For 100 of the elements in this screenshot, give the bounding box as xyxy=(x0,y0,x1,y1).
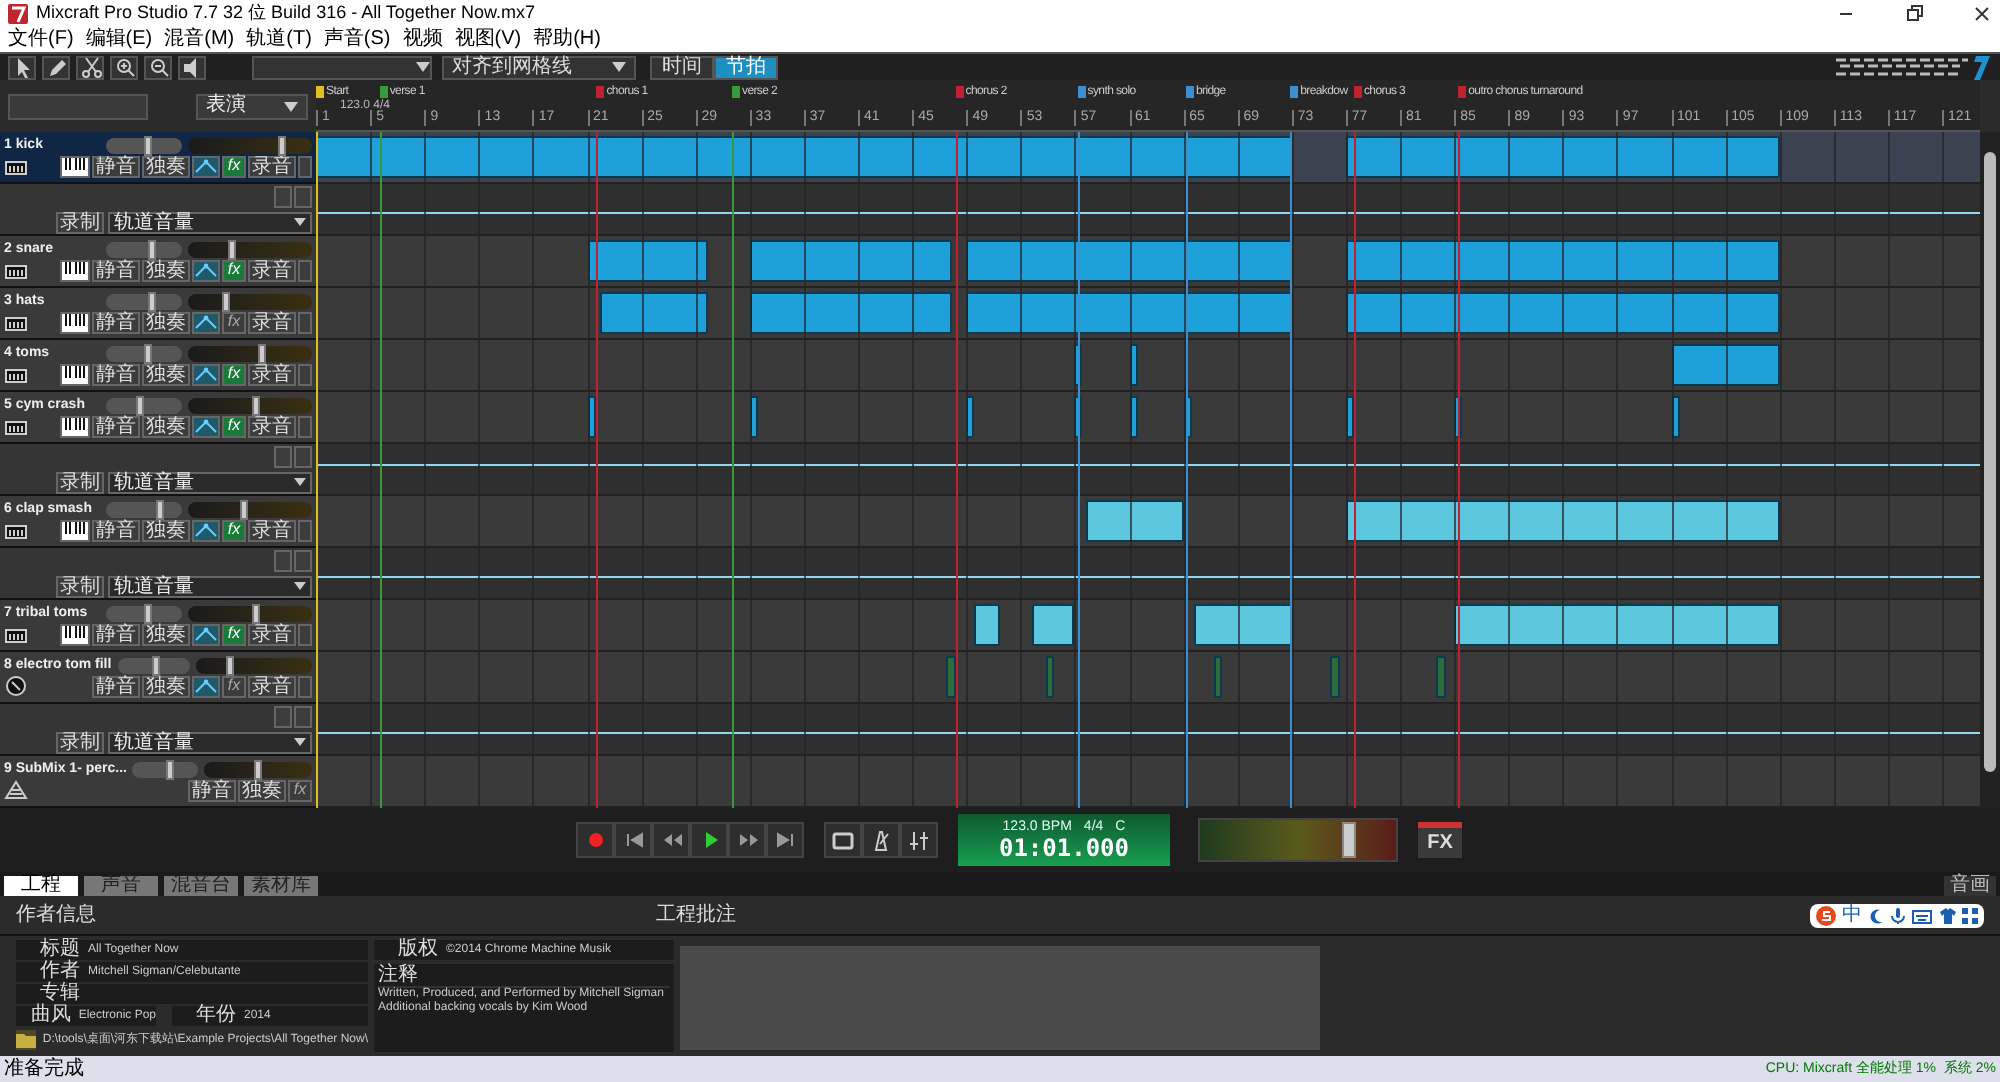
record-arm-button[interactable]: 录音 xyxy=(248,155,296,177)
record-automation-button[interactable]: 录制 xyxy=(56,731,104,753)
menu-item[interactable]: 视频 xyxy=(402,28,443,52)
tool-button[interactable] xyxy=(110,55,138,79)
transport-button[interactable] xyxy=(652,822,690,858)
tool-button[interactable] xyxy=(42,55,70,79)
automation-button[interactable] xyxy=(192,519,220,541)
pan-slider[interactable] xyxy=(195,657,312,673)
pan-slider[interactable] xyxy=(188,293,312,309)
marker-flag[interactable] xyxy=(732,86,740,98)
transport-button[interactable] xyxy=(824,822,862,858)
volume-slider[interactable] xyxy=(106,137,182,153)
marker-flag[interactable] xyxy=(1185,86,1194,98)
clip[interactable] xyxy=(749,240,953,282)
clip[interactable] xyxy=(749,292,953,334)
clip[interactable] xyxy=(1085,500,1184,542)
volume-slider[interactable] xyxy=(106,293,182,309)
pan-slider[interactable] xyxy=(188,605,312,621)
panel-tab[interactable]: 混音台 xyxy=(164,876,238,896)
mute-button[interactable]: 静音 xyxy=(92,519,140,541)
slider-thumb[interactable] xyxy=(258,343,267,363)
notes-field[interactable] xyxy=(680,946,1320,1050)
pan-slider[interactable] xyxy=(188,241,312,257)
volume-slider[interactable] xyxy=(106,605,182,621)
slider-thumb[interactable] xyxy=(143,603,152,623)
track-menu-button[interactable] xyxy=(298,311,312,333)
clip[interactable] xyxy=(1436,656,1447,698)
menu-item[interactable]: 视图(V) xyxy=(454,28,522,52)
keyboard-button[interactable] xyxy=(60,363,90,385)
slider-thumb[interactable] xyxy=(252,603,261,623)
solo-button[interactable]: 独奏 xyxy=(142,155,190,177)
slider-thumb[interactable] xyxy=(155,499,164,519)
keyboard-button[interactable] xyxy=(60,155,90,177)
transport-button[interactable] xyxy=(862,822,900,858)
menu-item[interactable]: 轨道(T) xyxy=(246,28,312,52)
track-menu-button[interactable] xyxy=(298,363,312,385)
slider-thumb[interactable] xyxy=(254,759,263,779)
slider-thumb[interactable] xyxy=(277,135,285,155)
track-menu-button[interactable] xyxy=(298,155,312,177)
volume-slider[interactable] xyxy=(132,761,199,777)
panel-tab[interactable]: 素材库 xyxy=(244,876,318,896)
snap-dropdown[interactable]: 对齐到网格线 xyxy=(442,55,636,79)
solo-button[interactable]: 独奏 xyxy=(142,623,190,645)
keyboard-button[interactable] xyxy=(60,259,90,281)
mute-button[interactable]: 静音 xyxy=(188,779,236,801)
menu-item[interactable]: 文件(F) xyxy=(8,28,74,52)
pan-slider[interactable] xyxy=(188,345,312,361)
record-arm-button[interactable]: 录音 xyxy=(248,675,296,697)
track-menu-button[interactable] xyxy=(298,623,312,645)
record-automation-button[interactable]: 录制 xyxy=(56,211,104,233)
slider-thumb[interactable] xyxy=(152,655,161,675)
marker-flag[interactable] xyxy=(1458,86,1467,98)
slider-thumb[interactable] xyxy=(143,135,152,155)
form-field[interactable]: 专辑 xyxy=(16,984,368,1004)
clip[interactable] xyxy=(973,604,1001,646)
record-arm-button[interactable]: 录音 xyxy=(248,519,296,541)
keyboard-button[interactable] xyxy=(60,311,90,333)
volume-slider[interactable] xyxy=(106,345,182,361)
mute-button[interactable]: 静音 xyxy=(92,155,140,177)
clip[interactable] xyxy=(1345,500,1780,542)
master-volume-slider[interactable] xyxy=(1198,818,1398,862)
fx-button[interactable]: fx xyxy=(222,363,246,385)
marker-flag[interactable] xyxy=(596,86,605,98)
record-arm-button[interactable]: 录音 xyxy=(248,623,296,645)
track-menu-button[interactable] xyxy=(298,675,312,697)
marker-flag[interactable] xyxy=(1290,86,1299,98)
slider-thumb[interactable] xyxy=(1341,822,1355,858)
solo-button[interactable]: 独奏 xyxy=(142,363,190,385)
parameter-dropdown[interactable]: 轨道音量 xyxy=(108,211,312,233)
clip[interactable] xyxy=(587,240,709,282)
record-automation-button[interactable]: 录制 xyxy=(56,575,104,597)
ime-mode[interactable]: 中 xyxy=(1842,905,1862,925)
clip[interactable] xyxy=(1345,292,1780,334)
automation-button[interactable] xyxy=(192,623,220,645)
clip[interactable] xyxy=(1194,604,1292,646)
automation-button[interactable] xyxy=(192,415,220,437)
clip[interactable] xyxy=(1671,344,1780,386)
solo-button[interactable]: 独奏 xyxy=(142,311,190,333)
parameter-dropdown[interactable]: 轨道音量 xyxy=(108,471,312,493)
slider-thumb[interactable] xyxy=(147,239,156,259)
menu-item[interactable]: 编辑(E) xyxy=(85,28,153,52)
keyboard-button[interactable] xyxy=(60,623,90,645)
menu-item[interactable]: 混音(M) xyxy=(164,28,235,52)
mute-button[interactable]: 静音 xyxy=(92,311,140,333)
clip[interactable] xyxy=(600,292,709,334)
fx-button[interactable]: fx xyxy=(222,311,246,333)
mute-button[interactable]: 静音 xyxy=(92,623,140,645)
automation-button[interactable] xyxy=(192,675,220,697)
fx-button[interactable]: fx xyxy=(222,623,246,645)
slider-thumb[interactable] xyxy=(143,343,152,363)
mute-button[interactable]: 静音 xyxy=(92,415,140,437)
slider-thumb[interactable] xyxy=(239,499,248,519)
close-icon[interactable] xyxy=(1972,4,1992,24)
clip[interactable] xyxy=(1345,136,1780,178)
panel-tab[interactable]: 音画 xyxy=(1944,876,1996,896)
solo-button[interactable]: 独奏 xyxy=(142,415,190,437)
marker-flag[interactable] xyxy=(1077,86,1086,98)
view-mode-dropdown[interactable]: 表演 xyxy=(196,93,308,119)
tool-button[interactable] xyxy=(144,55,172,79)
pan-slider[interactable] xyxy=(188,137,312,153)
